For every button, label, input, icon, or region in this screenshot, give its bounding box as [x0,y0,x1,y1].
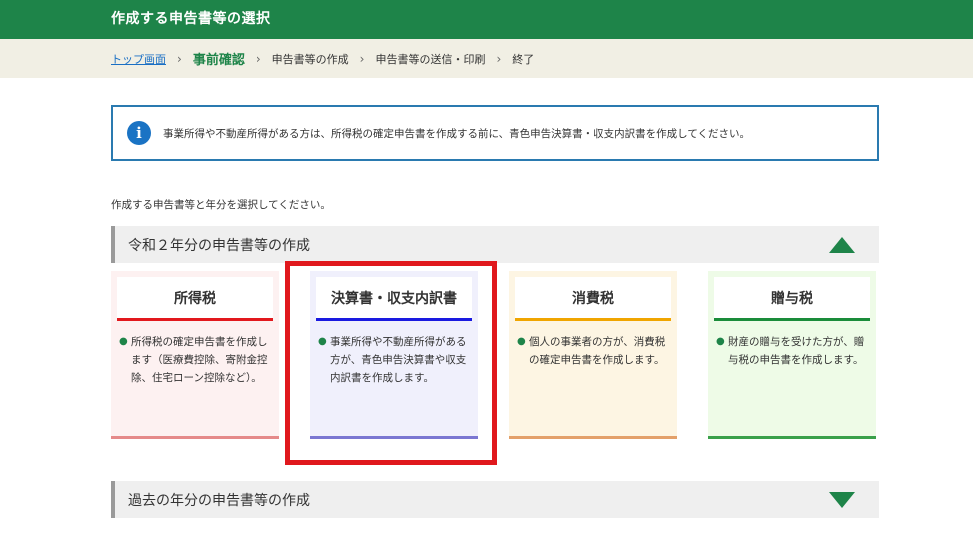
breadcrumb-home-link[interactable]: トップ画面 [111,51,166,67]
card-description-text: 個人の事業者の方が、消費税の確定申告書を作成します。 [529,336,666,366]
chevron-right-icon: › [177,51,182,66]
breadcrumb: トップ画面 › 事前確認 › 申告書等の作成 › 申告書等の送信・印刷 › 終了 [111,39,534,78]
info-icon: i [127,121,151,145]
card-bottom-border [111,436,279,439]
chevron-right-icon: › [496,51,502,66]
bullet-icon: ● [716,336,725,347]
card-title: 所得税 [174,290,216,307]
card-title: 贈与税 [771,290,813,307]
card-description: ● 事業所得や不動産所得がある方が、青色申告決算書や収支内訳書を作成します。 [318,333,472,387]
card-title: 消費税 [572,290,614,307]
card-title: 決算書・収支内訳書 [331,290,457,307]
breadcrumb-current-step: 事前確認 [192,53,245,68]
chevron-right-icon: › [255,51,261,66]
card-description-text: 所得税の確定申告書を作成します（医療費控除、寄附金控除、住宅ローン控除など）。 [131,336,268,384]
current-year-section-label: 令和２年分の申告書等の作成 [128,238,310,254]
triangle-down-icon[interactable] [829,492,855,508]
card-title-box: 消費税 [515,277,671,321]
card-consumption-tax[interactable]: 消費税 ● 個人の事業者の方が、消費税の確定申告書を作成します。 [509,271,677,439]
card-description-text: 事業所得や不動産所得がある方が、青色申告決算書や収支内訳書を作成します。 [330,336,467,384]
bullet-icon: ● [517,336,526,347]
header-bar: 作成する申告書等の選択 [0,0,973,39]
breadcrumb-step-create: 申告書等の作成 [271,52,349,66]
card-income-tax[interactable]: 所得税 ● 所得税の確定申告書を作成します（医療費控除、寄附金控除、住宅ローン控… [111,271,279,439]
card-description-text: 財産の贈与を受けた方が、贈与税の申告書を作成します。 [728,336,865,366]
current-year-section-header[interactable]: 令和２年分の申告書等の作成 [111,226,879,263]
info-message: 事業所得や不動産所得がある方は、所得税の確定申告書を作成する前に、青色申告決算書… [163,127,751,140]
card-title-box: 贈与税 [714,277,870,321]
card-bottom-border [708,436,876,439]
info-notice: i 事業所得や不動産所得がある方は、所得税の確定申告書を作成する前に、青色申告決… [111,105,879,161]
breadcrumb-step-send-print: 申告書等の送信・印刷 [375,52,486,66]
card-bottom-border [509,436,677,439]
card-financial-statement[interactable]: 決算書・収支内訳書 ● 事業所得や不動産所得がある方が、青色申告決算書や収支内訳… [310,271,478,439]
card-description: ● 所得税の確定申告書を作成します（医療費控除、寄附金控除、住宅ローン控除など）… [119,333,273,387]
card-title-box: 所得税 [117,277,273,321]
card-title-box: 決算書・収支内訳書 [316,277,472,321]
breadcrumb-step-end: 終了 [512,52,535,66]
card-bottom-border [310,436,478,439]
triangle-up-icon[interactable] [829,237,855,253]
card-description: ● 財産の贈与を受けた方が、贈与税の申告書を作成します。 [716,333,870,369]
card-description: ● 個人の事業者の方が、消費税の確定申告書を作成します。 [517,333,671,369]
instruction-text: 作成する申告書等と年分を選択してください。 [111,199,331,211]
past-year-section-label: 過去の年分の申告書等の作成 [128,493,310,509]
breadcrumb-bar: トップ画面 › 事前確認 › 申告書等の作成 › 申告書等の送信・印刷 › 終了 [0,39,973,78]
chevron-right-icon: › [359,51,365,66]
page-title: 作成する申告書等の選択 [111,11,271,27]
bullet-icon: ● [318,336,327,347]
card-gift-tax[interactable]: 贈与税 ● 財産の贈与を受けた方が、贈与税の申告書を作成します。 [708,271,876,439]
past-year-section-header[interactable]: 過去の年分の申告書等の作成 [111,481,879,518]
bullet-icon: ● [119,336,128,347]
